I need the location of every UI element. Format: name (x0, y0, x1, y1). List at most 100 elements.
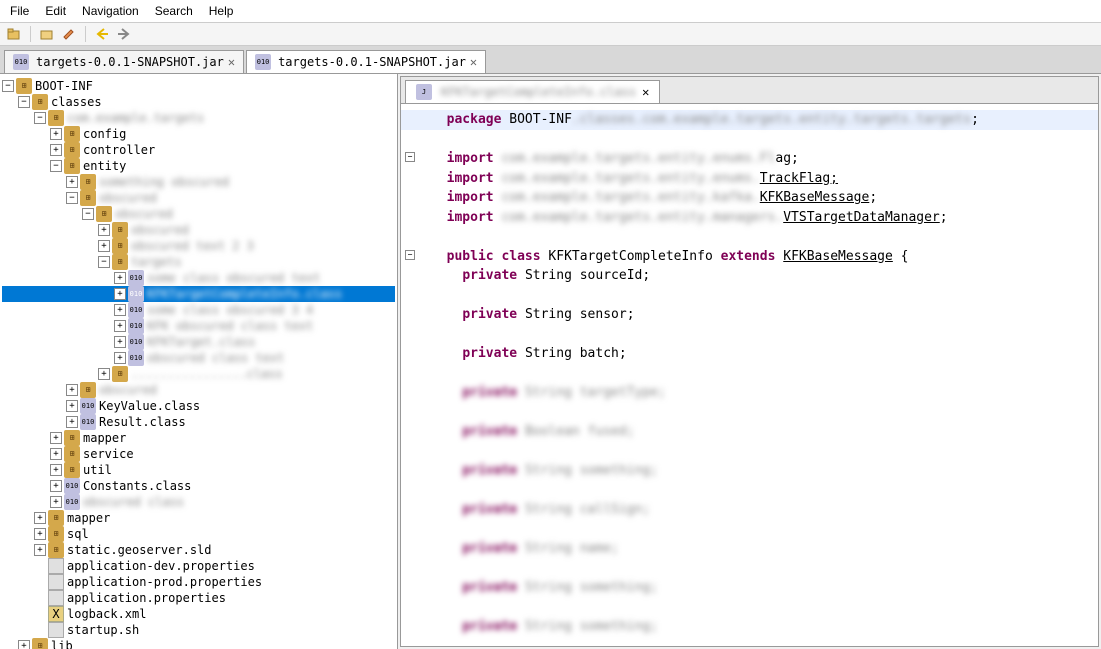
tree-node-appprod[interactable]: application-prod.properties (2, 574, 395, 590)
expand-icon[interactable]: + (66, 176, 78, 188)
fold-icon[interactable]: − (405, 152, 415, 162)
forward-arrow-icon[interactable] (116, 26, 132, 42)
collapse-icon[interactable]: − (98, 256, 110, 268)
expand-icon[interactable]: + (114, 352, 126, 364)
expand-icon[interactable]: + (50, 496, 62, 508)
edit-icon[interactable] (61, 26, 77, 42)
folder-icon[interactable] (39, 26, 55, 42)
expand-icon[interactable]: + (34, 528, 46, 540)
package-icon: ⊞ (64, 446, 80, 462)
tree-node-bootinf[interactable]: −⊞BOOT-INF (2, 78, 395, 94)
tree-node-keyvalue[interactable]: +010KeyValue.class (2, 398, 395, 414)
expand-icon[interactable]: + (50, 448, 62, 460)
expand-icon[interactable]: + (66, 416, 78, 428)
tree-node-sql[interactable]: +⊞sql (2, 526, 395, 542)
tab-label: targets-0.0.1-SNAPSHOT.jar (278, 55, 466, 69)
tree-node-app[interactable]: application.properties (2, 590, 395, 606)
expand-icon[interactable]: + (50, 128, 62, 140)
tab-jar-1[interactable]: 010 targets-0.0.1-SNAPSHOT.jar ✕ (4, 50, 244, 73)
expand-icon[interactable]: + (114, 288, 126, 300)
close-icon[interactable]: ✕ (642, 85, 649, 99)
menu-help[interactable]: Help (203, 2, 240, 20)
tree-node[interactable]: −⊞com.example.targets (2, 110, 395, 126)
tree-node[interactable]: +010obscured class text (2, 350, 395, 366)
tree-node-classes[interactable]: −⊞classes (2, 94, 395, 110)
tree-node[interactable]: +010some class obscured text (2, 270, 395, 286)
expand-icon[interactable]: + (50, 144, 62, 156)
class-icon: 010 (128, 270, 144, 286)
package-icon: ⊞ (48, 526, 64, 542)
class-icon: 010 (128, 318, 144, 334)
tree-node[interactable]: −⊞obscured (2, 206, 395, 222)
fold-icon[interactable]: − (405, 250, 415, 260)
expand-icon[interactable]: + (66, 384, 78, 396)
expand-icon[interactable]: + (98, 224, 110, 236)
menu-search[interactable]: Search (149, 2, 199, 20)
tree-node-constants[interactable]: +010Constants.class (2, 478, 395, 494)
back-arrow-icon[interactable] (94, 26, 110, 42)
tree-node-appdev[interactable]: application-dev.properties (2, 558, 395, 574)
expand-icon[interactable]: + (50, 432, 62, 444)
tree-node[interactable]: +010obscured class (2, 494, 395, 510)
editor-tab[interactable]: J KFKTargetCompleteInfo.class ✕ (405, 80, 660, 103)
expand-icon[interactable]: + (114, 304, 126, 316)
tree-node-logback[interactable]: Xlogback.xml (2, 606, 395, 622)
expand-icon[interactable]: + (114, 320, 126, 332)
code-line (431, 637, 1068, 647)
tree-node[interactable]: +010KFK obscured class text (2, 318, 395, 334)
tree-node[interactable]: −⊞obscured (2, 190, 395, 206)
package-icon: ⊞ (32, 638, 48, 649)
tree-node-result[interactable]: +010Result.class (2, 414, 395, 430)
tree-node-geoserver[interactable]: +⊞static.geoserver.sld (2, 542, 395, 558)
tree-node[interactable]: +⊞something obscured (2, 174, 395, 190)
expand-icon[interactable]: + (50, 480, 62, 492)
expand-icon[interactable]: + (98, 368, 110, 380)
expand-icon[interactable]: + (66, 400, 78, 412)
package-icon: ⊞ (64, 126, 80, 142)
code-line: private String targetType; (431, 383, 1068, 403)
package-explorer[interactable]: −⊞BOOT-INF −⊞classes −⊞com.example.targe… (0, 74, 398, 649)
package-icon: ⊞ (112, 254, 128, 270)
collapse-icon[interactable]: − (82, 208, 94, 220)
tree-node-mapper[interactable]: +⊞mapper (2, 430, 395, 446)
tree-node[interactable]: −⊞targets (2, 254, 395, 270)
tree-node-entity[interactable]: −⊞entity (2, 158, 395, 174)
code-editor[interactable]: package BOOT-INF.classes.com.example.tar… (401, 104, 1098, 646)
collapse-icon[interactable]: − (50, 160, 62, 172)
tree-node-config[interactable]: +⊞config (2, 126, 395, 142)
close-icon[interactable]: ✕ (228, 55, 235, 69)
package-icon: ⊞ (48, 542, 64, 558)
collapse-icon[interactable]: − (34, 112, 46, 124)
expand-icon[interactable]: + (114, 336, 126, 348)
expand-icon[interactable]: + (18, 640, 30, 649)
menu-edit[interactable]: Edit (39, 2, 72, 20)
expand-icon[interactable]: + (34, 512, 46, 524)
expand-icon[interactable]: + (34, 544, 46, 556)
tree-node-util[interactable]: +⊞util (2, 462, 395, 478)
expand-icon[interactable]: + (98, 240, 110, 252)
tree-node[interactable]: +⊞obscured (2, 222, 395, 238)
expand-icon[interactable]: + (50, 464, 62, 476)
tree-node-mapper2[interactable]: +⊞mapper (2, 510, 395, 526)
tree-node[interactable]: +010some class obscured 3 4 (2, 302, 395, 318)
tree-node-lib[interactable]: +⊞lib (2, 638, 395, 649)
close-icon[interactable]: ✕ (470, 55, 477, 69)
tab-jar-2[interactable]: 010 targets-0.0.1-SNAPSHOT.jar ✕ (246, 50, 486, 73)
collapse-icon[interactable]: − (18, 96, 30, 108)
collapse-icon[interactable]: − (2, 80, 14, 92)
tree-node-selected[interactable]: +010KFKTargetCompleteInfo.class (2, 286, 395, 302)
expand-icon[interactable]: + (114, 272, 126, 284)
tree-node-service[interactable]: +⊞service (2, 446, 395, 462)
tree-node[interactable]: +⊞obscured text 2 3 (2, 238, 395, 254)
collapse-icon[interactable]: − (66, 192, 78, 204)
tree-node[interactable]: +⊞obscured (2, 382, 395, 398)
tree-node-startup[interactable]: startup.sh (2, 622, 395, 638)
tree-node[interactable]: +⊞................class (2, 366, 395, 382)
tree-node[interactable]: +010KFKTarget.class (2, 334, 395, 350)
menu-navigation[interactable]: Navigation (76, 2, 145, 20)
tree-node-controller[interactable]: +⊞controller (2, 142, 395, 158)
open-icon[interactable] (6, 26, 22, 42)
menu-file[interactable]: File (4, 2, 35, 20)
file-icon (48, 574, 64, 590)
package-icon: ⊞ (64, 430, 80, 446)
